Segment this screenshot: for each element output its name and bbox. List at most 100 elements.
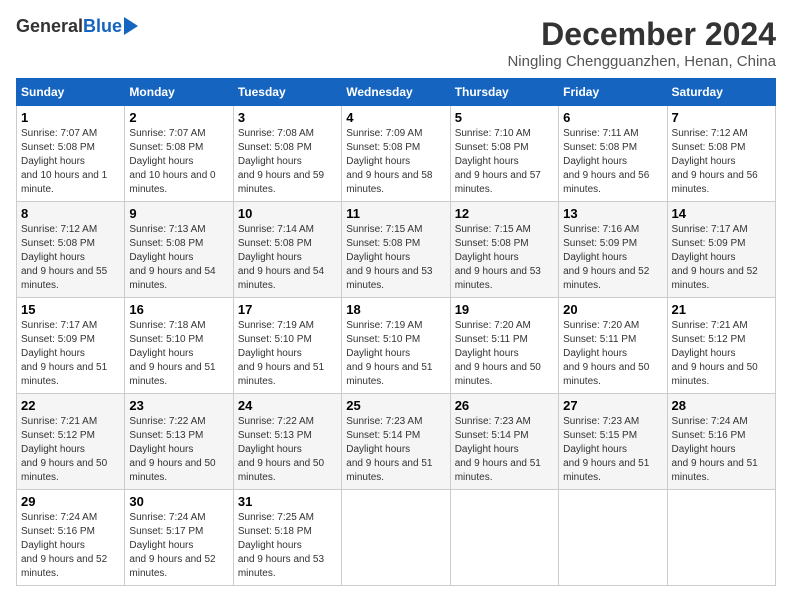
table-row: 20 Sunrise: 7:20 AM Sunset: 5:11 PM Dayl… — [559, 298, 667, 394]
week-row-4: 22 Sunrise: 7:21 AM Sunset: 5:12 PM Dayl… — [17, 394, 776, 490]
day-number: 12 — [455, 206, 554, 221]
day-info: Sunrise: 7:07 AM Sunset: 5:08 PM Dayligh… — [129, 127, 228, 197]
col-tuesday: Tuesday — [233, 79, 341, 106]
day-number: 17 — [238, 302, 337, 317]
day-number: 19 — [455, 302, 554, 317]
day-info: Sunrise: 7:22 AM Sunset: 5:13 PM Dayligh… — [238, 415, 337, 485]
table-row: 27 Sunrise: 7:23 AM Sunset: 5:15 PM Dayl… — [559, 394, 667, 490]
day-info: Sunrise: 7:21 AM Sunset: 5:12 PM Dayligh… — [21, 415, 120, 485]
day-number: 27 — [563, 398, 662, 413]
day-number: 18 — [346, 302, 445, 317]
col-wednesday: Wednesday — [342, 79, 450, 106]
day-info: Sunrise: 7:19 AM Sunset: 5:10 PM Dayligh… — [238, 319, 337, 389]
day-number: 31 — [238, 494, 337, 509]
day-info: Sunrise: 7:18 AM Sunset: 5:10 PM Dayligh… — [129, 319, 228, 389]
day-number: 28 — [672, 398, 771, 413]
table-row: 7 Sunrise: 7:12 AM Sunset: 5:08 PM Dayli… — [667, 106, 775, 202]
day-info: Sunrise: 7:17 AM Sunset: 5:09 PM Dayligh… — [21, 319, 120, 389]
day-info: Sunrise: 7:25 AM Sunset: 5:18 PM Dayligh… — [238, 511, 337, 581]
table-row: 10 Sunrise: 7:14 AM Sunset: 5:08 PM Dayl… — [233, 202, 341, 298]
logo-general-text: General — [16, 16, 83, 37]
table-row: 31 Sunrise: 7:25 AM Sunset: 5:18 PM Dayl… — [233, 490, 341, 586]
day-info: Sunrise: 7:19 AM Sunset: 5:10 PM Dayligh… — [346, 319, 445, 389]
day-info: Sunrise: 7:23 AM Sunset: 5:14 PM Dayligh… — [455, 415, 554, 485]
day-number: 10 — [238, 206, 337, 221]
col-monday: Monday — [125, 79, 233, 106]
logo-arrow-icon — [124, 17, 138, 35]
table-row: 16 Sunrise: 7:18 AM Sunset: 5:10 PM Dayl… — [125, 298, 233, 394]
table-row — [667, 490, 775, 586]
week-row-1: 1 Sunrise: 7:07 AM Sunset: 5:08 PM Dayli… — [17, 106, 776, 202]
table-row: 28 Sunrise: 7:24 AM Sunset: 5:16 PM Dayl… — [667, 394, 775, 490]
table-row: 11 Sunrise: 7:15 AM Sunset: 5:08 PM Dayl… — [342, 202, 450, 298]
title-block: December 2024 Ningling Chengguanzhen, He… — [507, 16, 776, 70]
table-row: 18 Sunrise: 7:19 AM Sunset: 5:10 PM Dayl… — [342, 298, 450, 394]
location-text: Ningling Chengguanzhen, Henan, China — [507, 53, 776, 70]
week-row-3: 15 Sunrise: 7:17 AM Sunset: 5:09 PM Dayl… — [17, 298, 776, 394]
day-number: 25 — [346, 398, 445, 413]
day-info: Sunrise: 7:24 AM Sunset: 5:16 PM Dayligh… — [672, 415, 771, 485]
day-number: 2 — [129, 110, 228, 125]
day-number: 6 — [563, 110, 662, 125]
day-number: 1 — [21, 110, 120, 125]
day-info: Sunrise: 7:23 AM Sunset: 5:14 PM Dayligh… — [346, 415, 445, 485]
day-info: Sunrise: 7:10 AM Sunset: 5:08 PM Dayligh… — [455, 127, 554, 197]
table-row: 12 Sunrise: 7:15 AM Sunset: 5:08 PM Dayl… — [450, 202, 558, 298]
day-info: Sunrise: 7:08 AM Sunset: 5:08 PM Dayligh… — [238, 127, 337, 197]
day-number: 7 — [672, 110, 771, 125]
calendar-table: Sunday Monday Tuesday Wednesday Thursday… — [16, 78, 776, 586]
col-friday: Friday — [559, 79, 667, 106]
table-row: 21 Sunrise: 7:21 AM Sunset: 5:12 PM Dayl… — [667, 298, 775, 394]
week-row-2: 8 Sunrise: 7:12 AM Sunset: 5:08 PM Dayli… — [17, 202, 776, 298]
table-row: 1 Sunrise: 7:07 AM Sunset: 5:08 PM Dayli… — [17, 106, 125, 202]
day-info: Sunrise: 7:24 AM Sunset: 5:16 PM Dayligh… — [21, 511, 120, 581]
table-row — [342, 490, 450, 586]
day-number: 26 — [455, 398, 554, 413]
day-number: 4 — [346, 110, 445, 125]
table-row: 23 Sunrise: 7:22 AM Sunset: 5:13 PM Dayl… — [125, 394, 233, 490]
day-number: 24 — [238, 398, 337, 413]
month-title: December 2024 — [507, 16, 776, 53]
day-info: Sunrise: 7:09 AM Sunset: 5:08 PM Dayligh… — [346, 127, 445, 197]
table-row — [559, 490, 667, 586]
day-number: 9 — [129, 206, 228, 221]
day-info: Sunrise: 7:15 AM Sunset: 5:08 PM Dayligh… — [346, 223, 445, 293]
table-row: 5 Sunrise: 7:10 AM Sunset: 5:08 PM Dayli… — [450, 106, 558, 202]
day-info: Sunrise: 7:17 AM Sunset: 5:09 PM Dayligh… — [672, 223, 771, 293]
day-number: 5 — [455, 110, 554, 125]
table-row: 9 Sunrise: 7:13 AM Sunset: 5:08 PM Dayli… — [125, 202, 233, 298]
day-number: 16 — [129, 302, 228, 317]
day-number: 20 — [563, 302, 662, 317]
day-info: Sunrise: 7:12 AM Sunset: 5:08 PM Dayligh… — [672, 127, 771, 197]
page-header: General Blue December 2024 Ningling Chen… — [16, 16, 776, 70]
day-number: 29 — [21, 494, 120, 509]
day-info: Sunrise: 7:22 AM Sunset: 5:13 PM Dayligh… — [129, 415, 228, 485]
table-row: 13 Sunrise: 7:16 AM Sunset: 5:09 PM Dayl… — [559, 202, 667, 298]
header-row: Sunday Monday Tuesday Wednesday Thursday… — [17, 79, 776, 106]
day-number: 8 — [21, 206, 120, 221]
logo-blue-text: Blue — [83, 16, 122, 37]
day-number: 23 — [129, 398, 228, 413]
day-info: Sunrise: 7:07 AM Sunset: 5:08 PM Dayligh… — [21, 127, 120, 197]
table-row: 26 Sunrise: 7:23 AM Sunset: 5:14 PM Dayl… — [450, 394, 558, 490]
day-info: Sunrise: 7:12 AM Sunset: 5:08 PM Dayligh… — [21, 223, 120, 293]
table-row: 25 Sunrise: 7:23 AM Sunset: 5:14 PM Dayl… — [342, 394, 450, 490]
day-info: Sunrise: 7:15 AM Sunset: 5:08 PM Dayligh… — [455, 223, 554, 293]
day-info: Sunrise: 7:16 AM Sunset: 5:09 PM Dayligh… — [563, 223, 662, 293]
table-row: 4 Sunrise: 7:09 AM Sunset: 5:08 PM Dayli… — [342, 106, 450, 202]
table-row: 3 Sunrise: 7:08 AM Sunset: 5:08 PM Dayli… — [233, 106, 341, 202]
col-sunday: Sunday — [17, 79, 125, 106]
table-row: 19 Sunrise: 7:20 AM Sunset: 5:11 PM Dayl… — [450, 298, 558, 394]
day-number: 11 — [346, 206, 445, 221]
table-row: 30 Sunrise: 7:24 AM Sunset: 5:17 PM Dayl… — [125, 490, 233, 586]
day-number: 3 — [238, 110, 337, 125]
table-row: 6 Sunrise: 7:11 AM Sunset: 5:08 PM Dayli… — [559, 106, 667, 202]
col-saturday: Saturday — [667, 79, 775, 106]
day-number: 14 — [672, 206, 771, 221]
day-number: 22 — [21, 398, 120, 413]
logo: General Blue — [16, 16, 138, 37]
day-info: Sunrise: 7:23 AM Sunset: 5:15 PM Dayligh… — [563, 415, 662, 485]
table-row: 24 Sunrise: 7:22 AM Sunset: 5:13 PM Dayl… — [233, 394, 341, 490]
day-number: 21 — [672, 302, 771, 317]
day-number: 15 — [21, 302, 120, 317]
